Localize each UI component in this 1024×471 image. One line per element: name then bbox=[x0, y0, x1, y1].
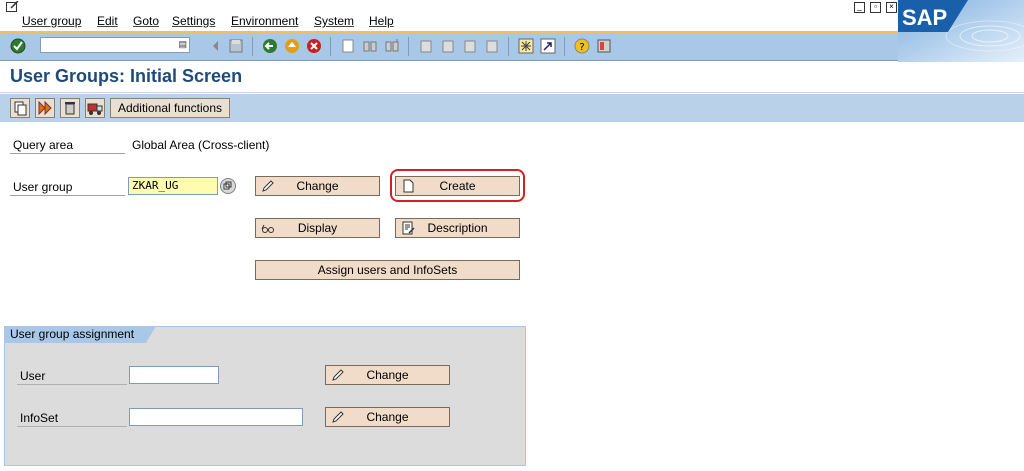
enter-icon[interactable] bbox=[10, 38, 26, 54]
toolbar-separator bbox=[408, 37, 409, 56]
description-button[interactable]: Description bbox=[395, 218, 520, 238]
truck-icon bbox=[87, 103, 103, 115]
user-group-label: User group bbox=[13, 180, 73, 194]
highlight-outline bbox=[390, 169, 525, 202]
cancel-icon[interactable] bbox=[306, 38, 322, 54]
exit-icon[interactable] bbox=[284, 38, 300, 54]
user-group-assignment-box bbox=[4, 326, 526, 466]
label-underline bbox=[17, 426, 127, 427]
system-menu-icon[interactable] bbox=[6, 1, 20, 12]
user-label: User bbox=[20, 369, 46, 383]
trash-icon bbox=[65, 102, 75, 115]
toolbar-separator bbox=[252, 37, 253, 56]
value-help-button[interactable] bbox=[220, 178, 236, 194]
page-title: User Groups: Initial Screen bbox=[10, 66, 243, 86]
find-icon[interactable] bbox=[362, 38, 378, 54]
layout-icon[interactable] bbox=[596, 38, 612, 54]
menu-settings[interactable]: Settings bbox=[172, 14, 215, 28]
query-area-label: Query area bbox=[13, 138, 74, 152]
title-divider bbox=[0, 92, 1024, 93]
display-button[interactable]: Display bbox=[255, 218, 380, 238]
document-edit-icon bbox=[402, 221, 415, 235]
toolbar-separator bbox=[508, 37, 509, 56]
value-help-icon bbox=[223, 181, 232, 190]
menu-edit[interactable]: Edit bbox=[97, 14, 118, 28]
description-button-label: Description bbox=[427, 221, 488, 235]
svg-text:?: ? bbox=[579, 42, 584, 53]
menu-system[interactable]: System bbox=[314, 14, 354, 28]
display-button-label: Display bbox=[297, 221, 338, 235]
menu-user-group[interactable]: User group bbox=[22, 14, 81, 28]
infoset-input[interactable] bbox=[129, 408, 303, 426]
collapse-arrow-icon[interactable] bbox=[208, 38, 224, 54]
previous-page-icon[interactable] bbox=[440, 38, 456, 54]
additional-functions-button[interactable]: Additional functions bbox=[110, 98, 230, 118]
help-icon[interactable]: ? bbox=[574, 38, 590, 54]
close-button[interactable]: × bbox=[886, 2, 897, 13]
command-field[interactable]: ▤ bbox=[40, 37, 190, 53]
label-underline bbox=[10, 195, 125, 196]
print-icon[interactable] bbox=[340, 38, 356, 54]
query-area-value: Global Area (Cross-client) bbox=[132, 138, 270, 152]
find-next-icon[interactable] bbox=[384, 38, 400, 54]
sap-logo-text: SAP bbox=[902, 5, 947, 30]
change-button[interactable]: Change bbox=[255, 176, 380, 196]
assign-users-infosets-button[interactable]: Assign users and InfoSets bbox=[255, 260, 520, 280]
change-button-label: Change bbox=[296, 179, 339, 193]
last-page-icon[interactable] bbox=[484, 38, 500, 54]
menu-help[interactable]: Help bbox=[369, 14, 394, 28]
change-infoset-button-label: Change bbox=[366, 410, 409, 424]
delete-button[interactable] bbox=[60, 98, 80, 118]
toolbar-separator bbox=[564, 37, 565, 56]
group-box-title-slant bbox=[146, 326, 156, 343]
glasses-icon bbox=[261, 224, 274, 233]
shortcut-icon[interactable] bbox=[540, 38, 556, 54]
copy-icon bbox=[14, 101, 27, 116]
command-history-icon[interactable]: ▤ bbox=[178, 39, 187, 50]
create-session-icon[interactable] bbox=[518, 38, 534, 54]
group-box-title-tab: User group assignment bbox=[4, 326, 146, 343]
copy-button[interactable] bbox=[10, 98, 30, 118]
sap-logo: SAP bbox=[898, 0, 1024, 62]
label-underline bbox=[17, 384, 127, 385]
minimize-button[interactable]: _ bbox=[854, 2, 865, 13]
group-box-title: User group assignment bbox=[10, 327, 135, 341]
pencil-icon bbox=[262, 180, 274, 192]
toolbar-separator bbox=[330, 37, 331, 56]
change-infoset-button[interactable]: Change bbox=[325, 407, 450, 427]
user-input[interactable] bbox=[129, 366, 219, 384]
execute-button[interactable] bbox=[35, 98, 55, 118]
infoset-label: InfoSet bbox=[20, 411, 59, 425]
pencil-icon bbox=[332, 411, 344, 423]
menu-environment[interactable]: Environment bbox=[231, 14, 298, 28]
transport-button[interactable] bbox=[85, 98, 105, 118]
restore-button[interactable]: ▫ bbox=[870, 2, 881, 13]
change-user-button[interactable]: Change bbox=[325, 365, 450, 385]
next-page-icon[interactable] bbox=[462, 38, 478, 54]
label-underline bbox=[10, 153, 125, 154]
first-page-icon[interactable] bbox=[418, 38, 434, 54]
change-user-button-label: Change bbox=[366, 368, 409, 382]
user-group-input[interactable]: ZKAR_UG bbox=[128, 177, 218, 195]
pencil-icon bbox=[332, 369, 344, 381]
execute-icon bbox=[38, 100, 52, 116]
menu-goto[interactable]: Goto bbox=[133, 14, 159, 28]
back-icon[interactable] bbox=[262, 38, 278, 54]
save-icon[interactable] bbox=[228, 38, 244, 54]
